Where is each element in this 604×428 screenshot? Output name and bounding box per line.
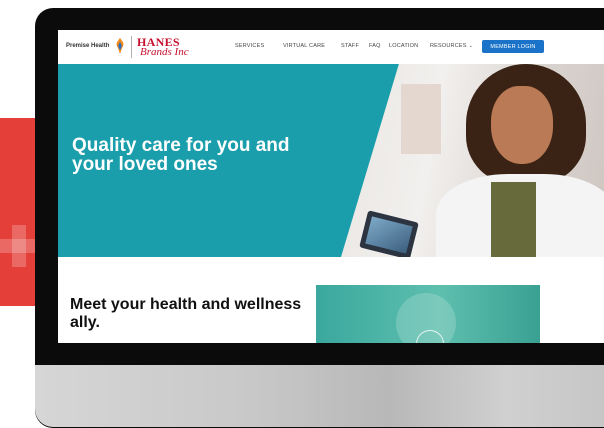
nav-resources[interactable]: RESOURCES ⌄ [430,43,473,49]
section-heading: Meet your health and wellness ally. [70,296,302,331]
nav-faq[interactable]: FAQ [369,43,381,49]
background-shelf [401,84,441,154]
brands-inc-logo: Brands Inc [140,46,189,58]
hero-title: Quality care for you and your loved ones [72,135,290,175]
website-screen: Premise Health HANES Brands Inc SERVICES… [58,30,604,343]
tablet-image [359,210,419,257]
doctor-photo [341,64,604,257]
premise-health-logo[interactable]: Premise Health [66,43,109,49]
logo-divider [131,36,132,58]
nav-location[interactable]: LOCATION [389,43,418,49]
nav-staff[interactable]: STAFF [341,43,359,49]
medical-cross-icon [0,225,40,267]
video-thumbnail[interactable] [316,285,540,343]
doctor-shirt [491,182,536,257]
monitor-chin [35,365,604,427]
premise-flame-icon [116,38,124,54]
nav-virtual-care[interactable]: VIRTUAL CARE [283,43,325,49]
doctor-face [491,86,553,164]
nav-services[interactable]: SERVICES [235,43,264,49]
chevron-down-icon: ⌄ [468,43,474,49]
hero-banner: Quality care for you and your loved ones [58,64,604,257]
site-header: Premise Health HANES Brands Inc SERVICES… [58,30,604,64]
play-icon[interactable] [416,330,444,343]
nav-resources-label: RESOURCES [430,43,467,49]
member-login-button[interactable]: MEMBER LOGIN [482,40,544,53]
